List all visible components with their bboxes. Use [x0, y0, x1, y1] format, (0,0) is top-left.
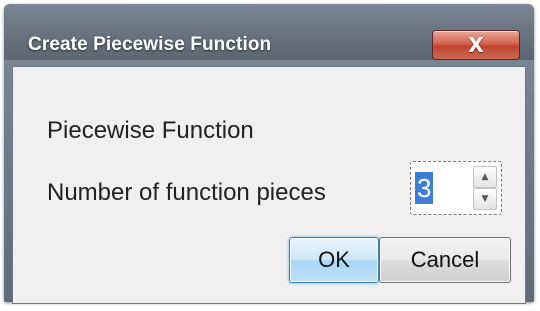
chevron-down-icon: ▼: [481, 194, 489, 204]
ok-button-label: OK: [318, 247, 350, 272]
title-bar[interactable]: Create Piecewise Function X: [4, 4, 534, 60]
close-icon: X: [468, 33, 484, 57]
window-title: Create Piecewise Function: [28, 34, 272, 55]
dialog-window: Create Piecewise Function X Piecewise Fu…: [4, 4, 534, 304]
cancel-button[interactable]: Cancel: [379, 237, 511, 283]
pieces-spinner[interactable]: 3 ▲ ▼: [410, 161, 502, 215]
dialog-heading: Piecewise Function: [47, 117, 254, 144]
dialog-body: Piecewise Function Number of function pi…: [12, 66, 526, 304]
cancel-button-label: Cancel: [410, 247, 480, 272]
pieces-input[interactable]: 3: [415, 172, 434, 204]
ok-button[interactable]: OK: [289, 237, 379, 283]
spin-up-button[interactable]: ▲: [473, 166, 497, 188]
chevron-up-icon: ▲: [481, 172, 489, 182]
close-button[interactable]: X: [432, 30, 520, 60]
pieces-label: Number of function pieces: [47, 179, 326, 206]
spin-down-button[interactable]: ▼: [473, 188, 497, 210]
